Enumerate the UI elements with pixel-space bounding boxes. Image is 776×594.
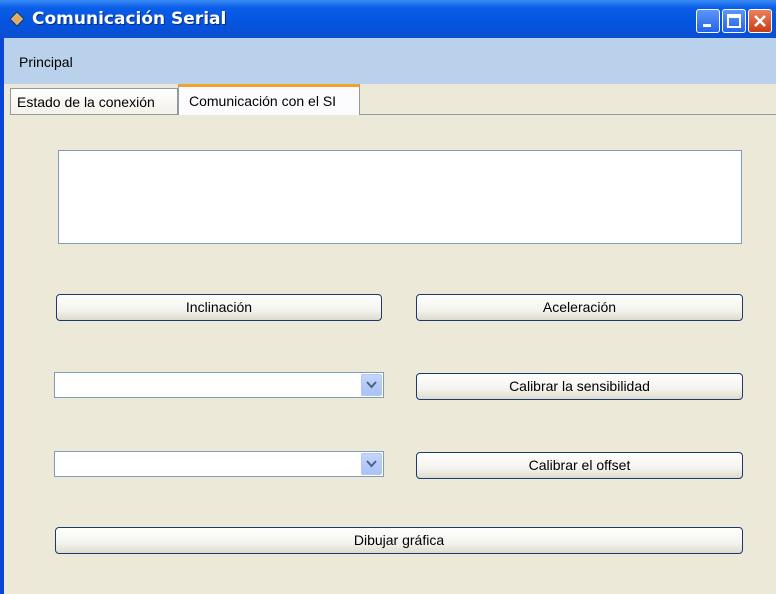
chevron-down-icon (366, 381, 377, 389)
client-area: Principal Estado de la conexión Comunica… (4, 38, 776, 594)
tab-label: Estado de la conexión (17, 94, 155, 110)
calibrar-offset-button[interactable]: Calibrar el offset (416, 452, 743, 479)
maximize-icon (727, 14, 741, 28)
minimize-icon (703, 24, 711, 27)
close-icon (754, 15, 766, 27)
app-window: Comunicación Serial Principal Estado de … (0, 0, 776, 594)
tab-estado-conexion[interactable]: Estado de la conexión (10, 88, 178, 114)
minimize-button[interactable] (696, 9, 720, 33)
window-title: Comunicación Serial (32, 9, 227, 29)
menu-principal[interactable]: Principal (19, 54, 73, 70)
chevron-down-icon (366, 460, 377, 468)
aceleracion-button[interactable]: Aceleración (416, 294, 743, 321)
menu-bar: Principal (4, 38, 776, 84)
maximize-button[interactable] (722, 9, 746, 33)
sensitivity-select[interactable] (54, 372, 384, 398)
output-textbox[interactable] (58, 150, 742, 244)
close-button[interactable] (748, 9, 772, 33)
dibujar-grafica-button[interactable]: Dibujar gráfica (55, 527, 743, 554)
tab-label: Comunicación con el SI (189, 93, 337, 109)
inclinacion-button[interactable]: Inclinación (56, 294, 382, 321)
tab-comunicacion-si[interactable]: Comunicación con el SI (178, 84, 360, 115)
title-bar[interactable]: Comunicación Serial (0, 0, 776, 38)
offset-dropdown-button[interactable] (361, 453, 382, 475)
app-diamond-icon[interactable] (9, 11, 25, 27)
offset-select[interactable] (54, 451, 384, 477)
sensitivity-dropdown-button[interactable] (361, 374, 382, 396)
calibrar-sensibilidad-button[interactable]: Calibrar la sensibilidad (416, 373, 743, 400)
